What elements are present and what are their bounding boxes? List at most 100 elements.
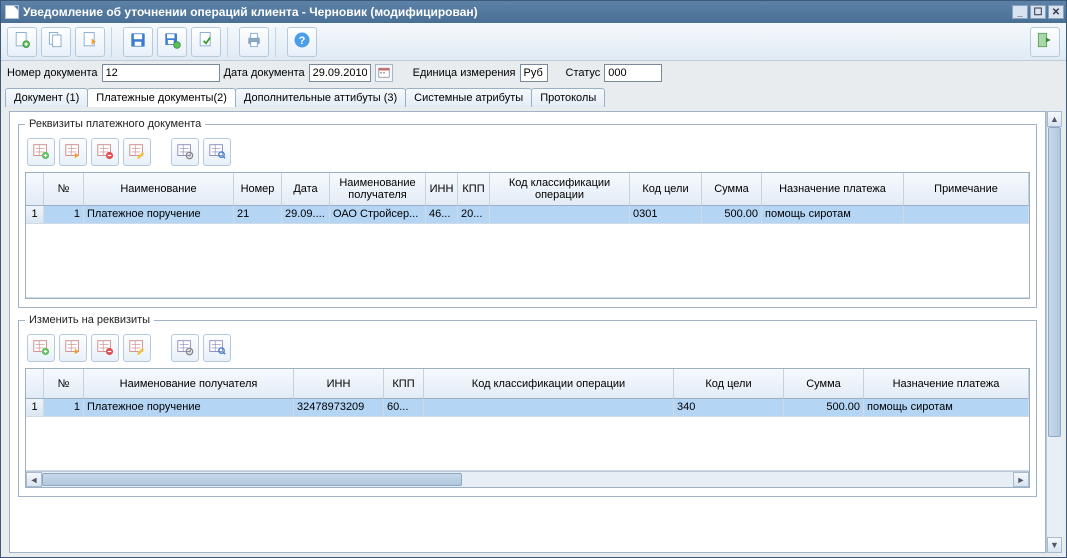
col-name[interactable]: Наименование [84, 173, 234, 206]
cell-purpose: помощь сиротам [864, 399, 1029, 417]
grid-add-button[interactable] [27, 138, 55, 166]
table-row[interactable]: 1 1 Платежное поручение 32478973209 60..… [26, 399, 1029, 417]
new-doc-button[interactable] [7, 27, 37, 57]
export-doc-button[interactable] [75, 27, 105, 57]
col-inn[interactable]: ИНН [426, 173, 458, 206]
status-input[interactable] [604, 64, 662, 82]
unit-label: Единица измерения [413, 67, 516, 79]
grid-add-button[interactable] [27, 334, 55, 362]
save-ok-button[interactable] [191, 27, 221, 57]
date-picker-button[interactable] [375, 64, 393, 82]
print-button[interactable] [239, 27, 269, 57]
titlebar: Уведомление об уточнении операций клиент… [1, 1, 1066, 23]
grid-filter-icon [208, 142, 226, 163]
main-toolbar: ? [1, 23, 1066, 61]
col-kpp[interactable]: КПП [384, 369, 424, 399]
grid1: № Наименование Номер Дата Наименование п… [25, 172, 1030, 299]
col-note[interactable]: Примечание [904, 173, 1029, 206]
col-sum[interactable]: Сумма [784, 369, 864, 399]
col-kpp[interactable]: КПП [458, 173, 490, 206]
cell-inn: 46... [426, 206, 458, 224]
grid-filter-button[interactable] [203, 138, 231, 166]
col-recipient[interactable]: Наименование получателя [330, 173, 426, 206]
tab-payment-docs[interactable]: Платежные документы(2) [87, 88, 236, 107]
status-label: Статус [566, 67, 601, 79]
scroll-thumb[interactable] [42, 473, 462, 486]
scroll-track[interactable] [1047, 127, 1062, 537]
close-button[interactable]: ✕ [1048, 5, 1064, 19]
window: Уведомление об уточнении операций клиент… [0, 0, 1067, 558]
grid-delete-button[interactable] [91, 138, 119, 166]
grid-copy-button[interactable] [59, 138, 87, 166]
unit-input[interactable] [520, 64, 548, 82]
grid-delete-button[interactable] [91, 334, 119, 362]
toolbar-separator [275, 27, 281, 57]
col-recipient[interactable]: Наименование получателя [84, 369, 294, 399]
grid-copy-button[interactable] [59, 334, 87, 362]
document-icon [5, 5, 19, 19]
copy-doc-button[interactable] [41, 27, 71, 57]
grid-delete-icon [96, 142, 114, 163]
cell-num: 1 [44, 399, 84, 417]
col-opclass[interactable]: Код классификации операции [490, 173, 630, 206]
scroll-thumb[interactable] [1048, 127, 1061, 437]
col-opclass[interactable]: Код классификации операции [424, 369, 674, 399]
table-row[interactable]: 1 1 Платежное поручение 21 29.09.... ОАО… [26, 206, 1029, 224]
grid-settings-button[interactable] [171, 138, 199, 166]
grid-settings-icon [176, 338, 194, 359]
cell-kpp: 20... [458, 206, 490, 224]
grid-empty-area [26, 224, 1029, 298]
scroll-right-button[interactable]: ► [1013, 472, 1029, 487]
col-goal[interactable]: Код цели [674, 369, 784, 399]
tab-system-attrs[interactable]: Системные атрибуты [405, 88, 532, 107]
col-sum[interactable]: Сумма [702, 173, 762, 206]
scroll-down-button[interactable]: ▼ [1047, 537, 1062, 553]
group-payment-requisites: Реквизиты платежного документа № Наимено… [18, 118, 1037, 308]
col-num[interactable]: № [44, 369, 84, 399]
grid-filter-icon [208, 338, 226, 359]
export-doc-icon [80, 30, 100, 53]
tab-document[interactable]: Документ (1) [5, 88, 88, 107]
grid-filter-button[interactable] [203, 334, 231, 362]
doc-date-input[interactable] [309, 64, 371, 82]
vertical-scrollbar[interactable]: ▲ ▼ [1046, 111, 1062, 553]
toolbar-separator [227, 27, 233, 57]
group2-legend: Изменить на реквизиты [25, 314, 154, 326]
cell-purpose: помощь сиротам [762, 206, 904, 224]
col-num[interactable]: № [44, 173, 84, 206]
grid-edit-icon [128, 338, 146, 359]
exit-button[interactable] [1030, 27, 1060, 57]
window-controls: _ ☐ ✕ [1012, 5, 1064, 19]
help-button[interactable]: ? [287, 27, 317, 57]
maximize-button[interactable]: ☐ [1030, 5, 1046, 19]
grid-edit-button[interactable] [123, 138, 151, 166]
cell-opclass [424, 399, 674, 417]
tab-strip: Документ (1) Платежные документы(2) Допо… [1, 85, 1066, 107]
grid-edit-button[interactable] [123, 334, 151, 362]
col-purpose[interactable]: Назначение платежа [762, 173, 904, 206]
save-as-button[interactable] [157, 27, 187, 57]
tab-extra-attrs[interactable]: Дополнительные аттибуты (3) [235, 88, 406, 107]
print-icon [244, 30, 264, 53]
save-button[interactable] [123, 27, 153, 57]
group1-toolbar [25, 134, 1030, 172]
scroll-left-button[interactable]: ◄ [26, 472, 42, 487]
grid-add-icon [32, 338, 50, 359]
grid-settings-button[interactable] [171, 334, 199, 362]
tab-protocols[interactable]: Протоколы [531, 88, 605, 107]
cell-note [904, 206, 1029, 224]
grid2-horizontal-scrollbar[interactable]: ◄ ► [26, 471, 1029, 487]
cell-number: 21 [234, 206, 282, 224]
cell-sum: 500.00 [784, 399, 864, 417]
scroll-track[interactable] [42, 472, 1013, 487]
col-date[interactable]: Дата [282, 173, 330, 206]
scroll-pane: Реквизиты платежного документа № Наимено… [9, 111, 1046, 553]
col-number[interactable]: Номер [234, 173, 282, 206]
grid2-body: 1 1 Платежное поручение 32478973209 60..… [26, 399, 1029, 471]
col-inn[interactable]: ИНН [294, 369, 384, 399]
minimize-button[interactable]: _ [1012, 5, 1028, 19]
doc-number-input[interactable] [102, 64, 220, 82]
col-purpose[interactable]: Назначение платежа [864, 369, 1029, 399]
scroll-up-button[interactable]: ▲ [1047, 111, 1062, 127]
col-goal[interactable]: Код цели [630, 173, 702, 206]
